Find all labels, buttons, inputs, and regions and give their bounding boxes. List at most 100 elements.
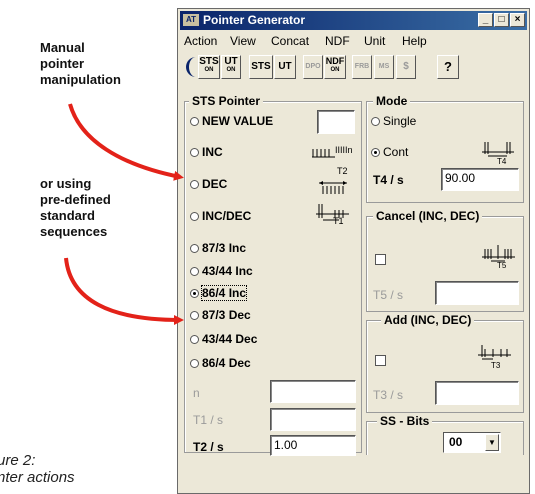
button-label: UT	[278, 61, 292, 72]
add-checkbox[interactable]	[375, 355, 386, 366]
ss-bits-group: SS - Bits 00 ▼	[366, 414, 524, 455]
button-label: $	[403, 61, 409, 72]
radio-cont[interactable]: Cont	[371, 145, 408, 159]
sts-on-button[interactable]: STS ON	[198, 55, 220, 79]
menu-concat[interactable]: Concat	[271, 34, 309, 48]
dpo-button[interactable]: DPO	[303, 55, 323, 79]
sts-pointer-label: STS Pointer	[189, 94, 264, 108]
radio-indicator	[190, 359, 199, 368]
t3-field[interactable]	[435, 381, 519, 405]
logo-icon	[186, 57, 196, 77]
add-group: Add (INC, DEC) T3 T3 / s	[366, 313, 524, 413]
annotation-line: pointer	[40, 56, 85, 71]
mode-group: Mode Single Cont T4 T4 / s 90.00	[366, 94, 524, 203]
app-icon: AT	[183, 14, 199, 26]
ut-on-button[interactable]: UT ON	[221, 55, 241, 79]
radio-indicator	[190, 335, 199, 344]
menu-unit[interactable]: Unit	[364, 34, 385, 48]
radio-86-4-dec[interactable]: 86/4 Dec	[190, 356, 251, 370]
radio-label: Cont	[383, 145, 409, 159]
n-label: n	[193, 386, 200, 400]
ndf-on-button[interactable]: NDF ON	[324, 55, 346, 79]
figure-caption: ure 2: nter actions	[0, 452, 75, 486]
radio-label: 87/3 Inc	[202, 241, 247, 255]
radio-indicator	[190, 267, 199, 276]
t1-field[interactable]	[270, 408, 356, 431]
annotation-manual: Manual pointer manipulation	[40, 40, 121, 88]
help-button[interactable]: ?	[437, 55, 459, 79]
caption-line: nter actions	[0, 469, 75, 486]
menu-bar: Action View Concat NDF Unit Help	[180, 32, 527, 49]
toolbar: STS ON UT ON STS UT DPO NDF ON FRB MS $ ?	[180, 51, 527, 83]
maximize-button[interactable]: □	[494, 13, 509, 27]
sts-pointer-group: STS Pointer NEW VALUE INC IIIIIn DEC T2 …	[184, 94, 362, 456]
button-label: STS	[251, 61, 271, 72]
t5-field[interactable]	[435, 281, 519, 305]
annotation-standard: or using pre-defined standard sequences	[40, 176, 111, 240]
radio-label: DEC	[202, 177, 228, 191]
arrow-to-sequences	[64, 257, 184, 325]
inc-dec-t1-label: T1	[333, 216, 344, 226]
button-sublabel: ON	[204, 67, 214, 73]
radio-inc-dec[interactable]: INC/DEC	[190, 209, 251, 223]
radio-indicator	[190, 212, 199, 221]
button-sublabel: ON	[330, 67, 340, 73]
radio-label: 86/4 Dec	[202, 356, 251, 370]
title-bar[interactable]: AT Pointer Generator _ □ ×	[180, 11, 527, 30]
radio-label: NEW VALUE	[202, 114, 274, 128]
minimize-button[interactable]: _	[478, 13, 493, 27]
radio-inc[interactable]: INC	[190, 145, 223, 159]
radio-label: 43/44 Dec	[202, 332, 258, 346]
radio-dec[interactable]: DEC	[190, 177, 227, 191]
frb-button[interactable]: FRB	[352, 55, 372, 79]
chevron-down-icon[interactable]: ▼	[485, 434, 499, 451]
button-sublabel: ON	[226, 67, 236, 73]
radio-single[interactable]: Single	[371, 114, 416, 128]
t4-field[interactable]: 90.00	[441, 168, 519, 191]
radio-86-4-inc[interactable]: 86/4 Inc	[190, 285, 248, 301]
menu-help[interactable]: Help	[402, 34, 427, 48]
button-label: NDF	[325, 56, 345, 66]
radio-indicator	[190, 289, 199, 298]
button-label: ?	[444, 59, 452, 74]
radio-new-value[interactable]: NEW VALUE	[190, 114, 273, 128]
radio-87-3-dec[interactable]: 87/3 Dec	[190, 308, 251, 322]
t2-label: T2 / s	[193, 440, 224, 454]
ss-bits-value: 00	[449, 435, 463, 449]
menu-action[interactable]: Action	[184, 34, 217, 48]
n-field[interactable]	[270, 380, 356, 403]
radio-43-44-dec[interactable]: 43/44 Dec	[190, 332, 257, 346]
cancel-checkbox[interactable]	[375, 254, 386, 265]
dec-diagram-icon	[319, 181, 347, 194]
s-button[interactable]: $	[396, 55, 416, 79]
t1-label: T1 / s	[193, 413, 224, 427]
radio-label: INC	[202, 145, 223, 159]
new-value-field[interactable]	[317, 110, 355, 134]
mode-label: Mode	[373, 94, 411, 108]
radio-label: 87/3 Dec	[202, 308, 251, 322]
radio-43-44-inc[interactable]: 43/44 Inc	[190, 264, 253, 278]
button-label: FRB	[354, 63, 370, 70]
ms-button[interactable]: MS	[374, 55, 394, 79]
ss-bits-select[interactable]: 00 ▼	[443, 432, 501, 453]
cancel-group: Cancel (INC, DEC) T5 T5 / s	[366, 209, 524, 312]
annotation-line: manipulation	[40, 72, 121, 87]
sts-button[interactable]: STS	[249, 55, 273, 79]
radio-indicator	[190, 244, 199, 253]
radio-indicator	[190, 117, 199, 126]
annotation-line: standard	[40, 208, 95, 223]
menu-ndf[interactable]: NDF	[325, 34, 350, 48]
annotation-line: or using	[40, 176, 92, 191]
radio-87-3-inc[interactable]: 87/3 Inc	[190, 241, 246, 255]
pointer-generator-window: AT Pointer Generator _ □ × Action View C…	[177, 8, 530, 494]
close-button[interactable]: ×	[510, 13, 525, 27]
add-label: Add (INC, DEC)	[381, 313, 475, 327]
button-label: MS	[378, 63, 390, 70]
radio-label: INC/DEC	[202, 209, 252, 223]
menu-view[interactable]: View	[230, 34, 256, 48]
t3-diagram-label: T3	[491, 361, 501, 370]
ut-button[interactable]: UT	[274, 55, 296, 79]
t2-field[interactable]: 1.00	[270, 435, 356, 456]
t4-label: T4 / s	[373, 173, 404, 187]
radio-indicator	[190, 148, 199, 157]
